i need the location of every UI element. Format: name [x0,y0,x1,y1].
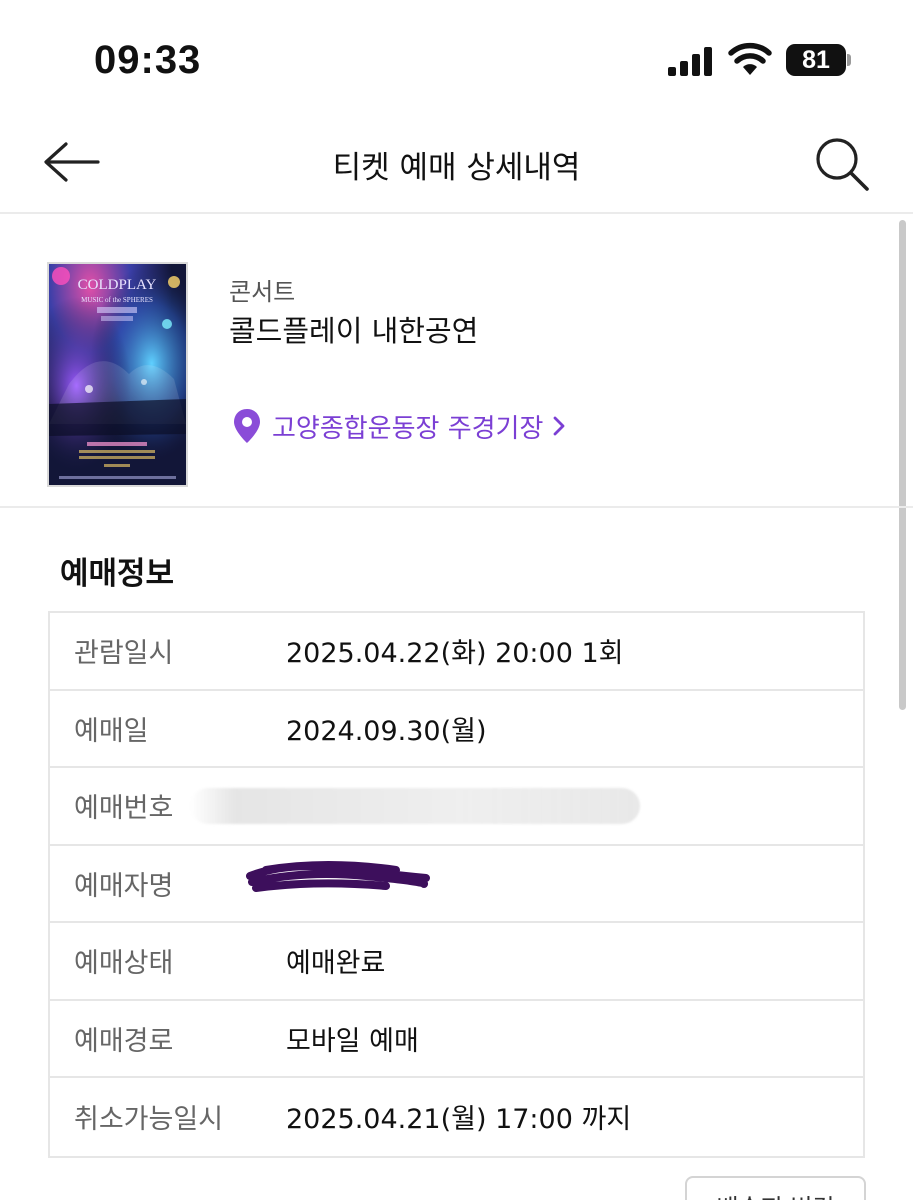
poster-subtitle: MUSIC of the SPHERES [81,296,153,304]
status-bar: 09:33 81 [0,0,913,110]
info-value: 모바일 예매 [286,1025,419,1057]
info-label: 예매일 [74,715,149,747]
event-category: 콘서트 [229,278,296,306]
cellular-signal-icon [668,47,712,76]
event-name: 콜드플레이 내한공연 [229,314,479,348]
info-row-view-date: 관람일시 2025.04.22(화) 20:00 1회 [50,613,863,691]
battery-level: 81 [786,44,846,76]
booking-info-table: 관람일시 2025.04.22(화) 20:00 1회 예매일 2024.09.… [48,611,865,1158]
info-row-booking-status: 예매상태 예매완료 [50,923,863,1001]
battery-icon: 81 [786,44,852,76]
change-delivery-label: 배송지 변경 [687,1188,864,1200]
venue-link[interactable]: 고양종합운동장 주경기장 [232,406,567,446]
location-pin-icon [234,409,260,443]
info-value: 예매완료 [286,948,386,980]
info-value: 2025.04.21(월) 17:00 까지 [286,1104,632,1136]
search-icon [816,138,869,191]
info-row-booker-name: 예매자명 [50,846,863,923]
section-title-booking-info: 예매정보 [60,556,175,592]
info-row-booking-channel: 예매경로 모바일 예매 [50,1001,863,1078]
info-label: 예매상태 [74,948,174,980]
info-label: 예매경로 [74,1025,174,1057]
info-value: 2025.04.22(화) 20:00 1회 [286,638,624,670]
info-label: 예매번호 [74,793,174,825]
info-value: 2024.09.30(월) [286,715,487,747]
status-time: 09:33 [94,38,202,82]
event-poster[interactable]: COLDPLAY MUSIC of the SPHERES [47,262,188,487]
venue-name: 고양종합운동장 주경기장 [272,413,544,444]
info-label: 관람일시 [74,638,174,670]
search-button[interactable] [812,134,872,194]
redaction-scribble [246,860,430,892]
poster-headline: COLDPLAY [78,277,157,293]
event-summary: COLDPLAY MUSIC of the SPHERES 콘서트 콜드플레이 … [0,216,913,508]
change-delivery-button[interactable]: 배송지 변경 [685,1176,866,1200]
wifi-icon [728,42,772,75]
info-row-booking-number: 예매번호 [50,768,863,846]
info-label: 예매자명 [74,870,174,902]
info-row-cancel-deadline: 취소가능일시 2025.04.21(월) 17:00 까지 [50,1078,863,1156]
info-label: 취소가능일시 [74,1104,224,1136]
page-title: 티켓 예매 상세내역 [332,150,581,186]
chevron-right-icon [553,416,565,436]
app-header: 티켓 예매 상세내역 [0,110,913,214]
redaction-blur [190,788,640,824]
info-row-booking-date: 예매일 2024.09.30(월) [50,691,863,768]
